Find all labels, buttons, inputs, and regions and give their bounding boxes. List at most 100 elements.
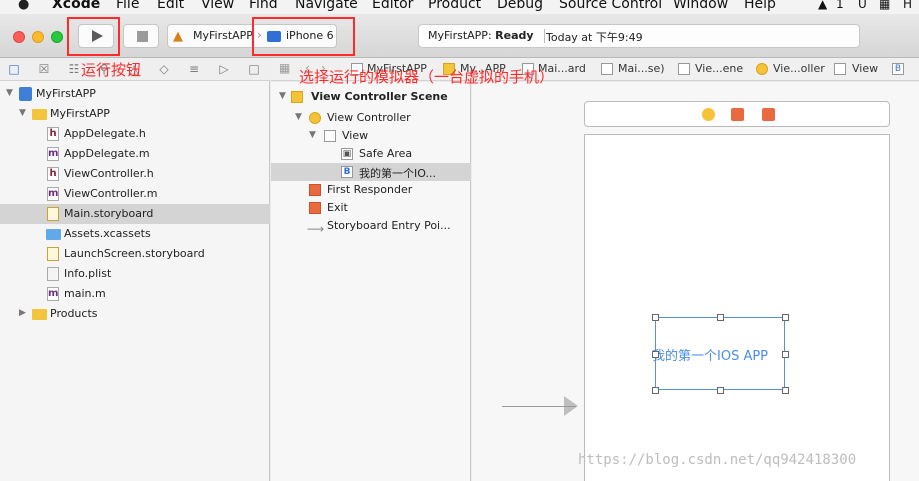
- header-file-icon: h: [47, 167, 59, 181]
- tree-item-label: main.m: [64, 287, 106, 300]
- exit-icon[interactable]: [762, 108, 775, 121]
- view-controller-icon: [756, 63, 768, 75]
- storyboard-canvas[interactable]: 我的第一个IOS APP: [472, 82, 919, 481]
- menu-editor[interactable]: Editor: [372, 0, 413, 12]
- tray-grid-icon[interactable]: ▦: [879, 0, 890, 11]
- tree-item-file[interactable]: Info.plist: [0, 264, 270, 284]
- outline-label-selected[interactable]: B 我的第一个IO...: [271, 163, 471, 181]
- tree-item-file-selected[interactable]: Main.storyboard: [0, 204, 270, 224]
- iphone-device-icon: [267, 31, 281, 42]
- outline-label: View Controller: [327, 111, 411, 124]
- test-icon[interactable]: ◇: [157, 62, 171, 76]
- view-controller-canvas[interactable]: 我的第一个IOS APP: [584, 134, 890, 481]
- resize-handle[interactable]: [652, 387, 659, 394]
- tree-item-file[interactable]: Assets.xcassets: [0, 224, 270, 244]
- hierarchy-icon[interactable]: ☷: [67, 62, 81, 76]
- outline-view-controller[interactable]: ▼ View Controller: [271, 109, 471, 127]
- outline-label: Safe Area: [359, 147, 413, 160]
- menu-help[interactable]: Help: [744, 0, 776, 12]
- zoom-window-button[interactable]: [51, 31, 63, 43]
- project-icon: [19, 87, 32, 101]
- folder-icon[interactable]: □: [7, 62, 21, 76]
- first-responder-icon[interactable]: [731, 108, 744, 121]
- resize-handle[interactable]: [717, 314, 724, 321]
- disclosure-closed-icon[interactable]: ▶: [19, 308, 26, 318]
- source-control-icon[interactable]: ☒: [37, 62, 51, 76]
- resize-handle[interactable]: [652, 314, 659, 321]
- stop-button[interactable]: [123, 24, 159, 48]
- grid-icon[interactable]: ▦: [279, 61, 290, 75]
- tray-count[interactable]: 1: [836, 0, 844, 11]
- menu-edit[interactable]: Edit: [157, 0, 184, 12]
- view-controller-icon[interactable]: [702, 108, 715, 121]
- close-window-button[interactable]: [13, 31, 25, 43]
- tree-item-file[interactable]: LaunchScreen.storyboard: [0, 244, 270, 264]
- storyboard-file-icon: [601, 63, 613, 75]
- menu-navigate[interactable]: Navigate: [295, 0, 358, 12]
- menu-product[interactable]: Product: [428, 0, 481, 12]
- tray-u-icon[interactable]: U: [858, 0, 867, 11]
- report-icon[interactable]: □: [247, 62, 261, 76]
- scheme-device-label[interactable]: iPhone 6: [286, 29, 334, 42]
- menu-window[interactable]: Window: [673, 0, 728, 12]
- outline-label: 我的第一个IO...: [359, 167, 436, 180]
- menu-view[interactable]: View: [201, 0, 234, 12]
- run-button[interactable]: [78, 24, 114, 48]
- menu-xcode[interactable]: Xcode: [52, 0, 100, 12]
- tree-item-file[interactable]: m AppDelegate.m: [0, 144, 270, 164]
- jump-item-view[interactable]: View: [852, 62, 878, 75]
- menu-source-control[interactable]: Source Control: [559, 0, 662, 12]
- status-time: Today at 下午9:49: [546, 31, 643, 44]
- menu-file[interactable]: File: [116, 0, 139, 12]
- jump-item-scene[interactable]: Vie...ene: [695, 62, 743, 75]
- tree-item-project[interactable]: ▼ MyFirstAPP: [0, 84, 270, 104]
- label-icon: B: [341, 166, 353, 178]
- disclosure-open-icon[interactable]: ▼: [279, 91, 286, 101]
- outline-view[interactable]: ▼ View: [271, 127, 471, 145]
- stop-icon: [137, 31, 148, 42]
- disclosure-open-icon[interactable]: ▼: [309, 130, 316, 140]
- apple-menu-icon[interactable]: ●: [18, 0, 29, 12]
- jump-item-label[interactable]: B: [892, 63, 904, 75]
- exit-icon: [309, 202, 321, 214]
- outline-label: View Controller Scene: [311, 90, 448, 103]
- selected-label[interactable]: 我的第一个IOS APP: [652, 314, 789, 394]
- disclosure-open-icon[interactable]: ▼: [19, 108, 26, 118]
- disclosure-open-icon[interactable]: ▼: [6, 88, 13, 98]
- menu-find[interactable]: Find: [249, 0, 278, 12]
- tree-item-file[interactable]: h ViewController.h: [0, 164, 270, 184]
- tree-item-file[interactable]: m ViewController.m: [0, 184, 270, 204]
- resize-handle[interactable]: [717, 387, 724, 394]
- tree-item-folder[interactable]: ▶ Products: [0, 304, 270, 324]
- outline-safe-area[interactable]: ▣ Safe Area: [271, 145, 471, 163]
- assets-catalog-icon: [46, 229, 61, 240]
- menu-debug[interactable]: Debug: [497, 0, 543, 12]
- storyboard-file-icon: [47, 247, 59, 261]
- tree-item-label: Info.plist: [64, 267, 112, 280]
- resize-handle[interactable]: [782, 351, 789, 358]
- jump-item-base[interactable]: Mai...se): [618, 62, 665, 75]
- outline-entry-point[interactable]: ⟶ Storyboard Entry Poi...: [271, 217, 471, 236]
- tray-penguin-icon[interactable]: ▲: [818, 0, 827, 11]
- scheme-selector[interactable]: ▲ MyFirstAPP › iPhone 6: [167, 24, 337, 48]
- scheme-app-label[interactable]: MyFirstAPP: [193, 29, 253, 42]
- breakpoint-icon[interactable]: ▷: [217, 62, 231, 76]
- disclosure-open-icon[interactable]: ▼: [295, 112, 302, 122]
- outline-exit[interactable]: Exit: [271, 199, 471, 217]
- outline-scene[interactable]: ▼ View Controller Scene: [271, 88, 471, 106]
- resize-handle[interactable]: [782, 387, 789, 394]
- tree-item-file[interactable]: h AppDelegate.h: [0, 124, 270, 144]
- tray-h-icon[interactable]: H: [903, 0, 912, 11]
- tree-item-folder[interactable]: ▼ MyFirstAPP: [0, 104, 270, 124]
- scene-dock: [584, 101, 890, 127]
- tree-item-file[interactable]: m main.m: [0, 284, 270, 304]
- scene-icon: [291, 91, 303, 103]
- debug-icon[interactable]: ≡: [187, 62, 201, 76]
- tree-item-label: Main.storyboard: [64, 207, 154, 220]
- outline-first-responder[interactable]: First Responder: [271, 181, 471, 199]
- jump-item-view-controller[interactable]: Vie...oller: [773, 62, 825, 75]
- safe-area-icon: ▣: [341, 148, 353, 160]
- resize-handle[interactable]: [652, 351, 659, 358]
- resize-handle[interactable]: [782, 314, 789, 321]
- minimize-window-button[interactable]: [32, 31, 44, 43]
